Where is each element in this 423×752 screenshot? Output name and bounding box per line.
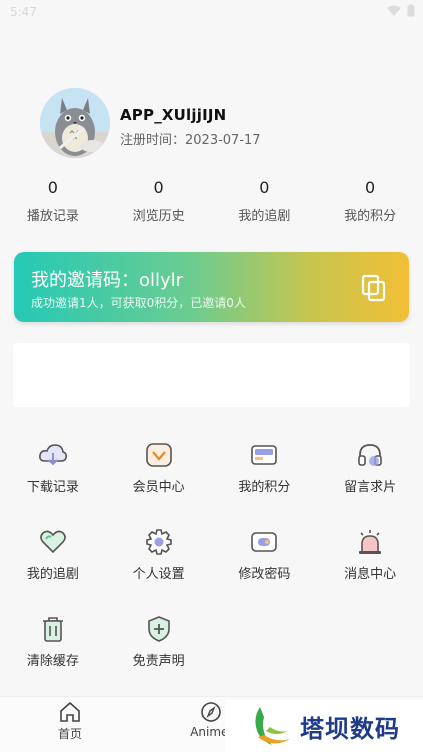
- menu-item-clear-cache[interactable]: 清除缓存: [0, 614, 106, 701]
- menu-item-label: 消息中心: [344, 567, 397, 582]
- menu-item-label: 下载记录: [26, 480, 79, 495]
- menu-item-label: 个人设置: [132, 567, 185, 582]
- stat-play-history[interactable]: 0 播放记录: [0, 176, 106, 224]
- stat-browse-history[interactable]: 0 浏览历史: [106, 176, 212, 224]
- battery-icon: [407, 4, 415, 17]
- stat-label: 我的追剧: [238, 209, 291, 224]
- menu-item-vip-center[interactable]: 会员中心: [106, 440, 212, 527]
- gear-icon: [144, 527, 174, 557]
- wallet-card-icon: [249, 440, 279, 470]
- stat-value: 0: [47, 178, 58, 197]
- menu-item-label: 修改密码: [238, 567, 291, 582]
- compass-icon: [201, 702, 221, 722]
- menu-item-disclaimer[interactable]: 免责声明: [106, 614, 212, 701]
- cloud-download-icon: [38, 440, 68, 470]
- menu-item-downloads[interactable]: 下载记录: [0, 440, 106, 527]
- stat-value: 0: [365, 178, 376, 197]
- menu-item-points[interactable]: 我的积分: [212, 440, 318, 527]
- shield-icon: [144, 614, 174, 644]
- watermark: 塔坝数码: [225, 700, 423, 752]
- home-icon: [60, 701, 80, 722]
- heart-icon: [38, 527, 68, 557]
- menu-row: 我的追剧 个人设置 修改密码 消息中心: [0, 527, 423, 614]
- menu-item-label: 清除缓存: [26, 654, 79, 669]
- profile-header: APP_XUljjIJN 注册时间：2023-07-17: [40, 88, 400, 158]
- menu-item-settings[interactable]: 个人设置: [106, 527, 212, 614]
- stat-value: 0: [259, 178, 270, 197]
- headphones-icon: [355, 440, 385, 470]
- invite-code-card[interactable]: 我的邀请码：ollylr 成功邀请1人，可获取0积分，已邀请0人: [14, 252, 409, 322]
- stat-label: 浏览历史: [132, 209, 185, 224]
- stats-row: 0 播放记录 0 浏览历史 0 我的追剧 0 我的积分: [0, 176, 423, 224]
- menu-item-following[interactable]: 我的追剧: [0, 527, 106, 614]
- menu-grid: 下载记录 会员中心 我的积分 留言求片 我的追剧 个人设置 修改密码 消息中心 …: [0, 440, 423, 701]
- tab-label: 首页: [57, 727, 82, 741]
- username: APP_XUljjIJN: [120, 106, 227, 124]
- registration-label: 注册时间：: [120, 133, 186, 148]
- stat-label: 我的积分: [344, 209, 397, 224]
- menu-item-label: 免责声明: [132, 654, 185, 669]
- trash-icon: [38, 614, 68, 644]
- menu-item-messages[interactable]: 消息中心: [317, 527, 423, 614]
- lock-icon: [249, 527, 279, 557]
- wifi-icon: [387, 5, 401, 16]
- menu-item-label: 我的追剧: [26, 567, 79, 582]
- status-icons: [387, 4, 415, 17]
- tab-home[interactable]: 首页: [25, 701, 115, 742]
- invite-description: 成功邀请1人，可获取0积分，已邀请0人: [31, 296, 246, 310]
- registration-date: 2023-07-17: [185, 133, 261, 148]
- menu-row: 下载记录 会员中心 我的积分 留言求片: [0, 440, 423, 527]
- alarm-icon: [355, 527, 385, 557]
- status-time: 5:47: [10, 5, 37, 19]
- stat-value: 0: [153, 178, 164, 197]
- invite-code-title: 我的邀请码：ollylr: [31, 270, 184, 291]
- vip-diamond-icon: [144, 440, 174, 470]
- copy-button[interactable]: [361, 274, 387, 302]
- stat-label: 播放记录: [26, 209, 79, 224]
- copy-icon: [361, 274, 386, 302]
- watermark-text: 塔坝数码: [300, 714, 400, 743]
- menu-row: 清除缓存 免责声明: [0, 614, 423, 701]
- menu-item-request-film[interactable]: 留言求片: [317, 440, 423, 527]
- totoro-avatar-icon: [40, 88, 110, 158]
- menu-item-label: 留言求片: [344, 480, 397, 495]
- stat-points[interactable]: 0 我的积分: [317, 176, 423, 224]
- avatar[interactable]: [40, 88, 110, 158]
- menu-item-label: 会员中心: [132, 480, 185, 495]
- menu-item-change-password[interactable]: 修改密码: [212, 527, 318, 614]
- stat-following[interactable]: 0 我的追剧: [212, 176, 318, 224]
- registration-info: 注册时间：2023-07-17: [120, 129, 261, 148]
- ad-banner-placeholder: [13, 343, 410, 407]
- menu-item-label: 我的积分: [238, 480, 291, 495]
- status-bar: 5:47: [0, 0, 423, 26]
- watermark-logo-icon: [255, 707, 290, 745]
